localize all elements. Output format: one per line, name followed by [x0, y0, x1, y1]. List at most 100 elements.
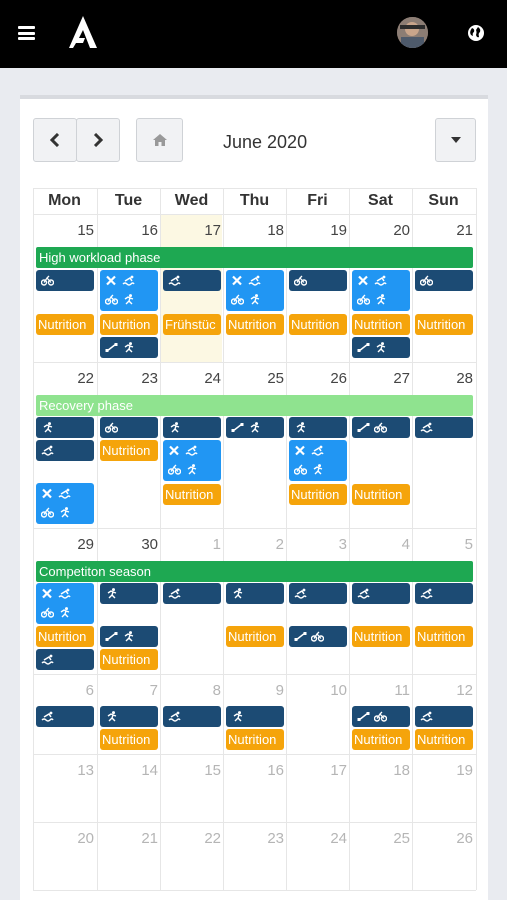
nutrition-event[interactable]: Nutrition — [415, 314, 473, 335]
multi-workout-event[interactable] — [289, 440, 347, 481]
nutrition-event[interactable]: Nutrition — [226, 314, 284, 335]
day-number[interactable]: 6 — [33, 682, 94, 699]
day-number[interactable]: 19 — [412, 762, 473, 779]
workout-event[interactable] — [163, 706, 221, 727]
nutrition-event[interactable]: Nutrition — [100, 440, 158, 461]
day-number[interactable]: 23 — [223, 830, 284, 847]
nutrition-event[interactable]: Nutrition — [163, 484, 221, 505]
day-number[interactable]: 29 — [33, 536, 94, 553]
day-number[interactable]: 27 — [349, 370, 410, 387]
day-number[interactable]: 20 — [33, 830, 94, 847]
workout-event[interactable] — [226, 706, 284, 727]
workout-event[interactable] — [100, 583, 158, 604]
phase-bar[interactable]: High workload phase — [36, 247, 473, 268]
day-number[interactable]: 3 — [286, 536, 347, 553]
day-number[interactable]: 17 — [286, 762, 347, 779]
multi-workout-event[interactable] — [36, 583, 94, 624]
nutrition-event[interactable]: Nutrition — [352, 729, 410, 750]
nutrition-event[interactable]: Nutrition — [36, 314, 94, 335]
day-number[interactable]: 1 — [160, 536, 221, 553]
day-number[interactable]: 4 — [349, 536, 410, 553]
multi-workout-event[interactable] — [100, 270, 158, 311]
nutrition-event[interactable]: Nutrition — [415, 626, 473, 647]
day-number[interactable]: 16 — [97, 222, 158, 239]
phase-bar[interactable]: Competiton season — [36, 561, 473, 582]
workout-event[interactable] — [36, 649, 94, 670]
prev-month-button[interactable] — [33, 118, 77, 162]
workout-event[interactable] — [289, 270, 347, 291]
workout-event[interactable] — [226, 417, 284, 438]
workout-event[interactable] — [289, 583, 347, 604]
day-number[interactable]: 15 — [160, 762, 221, 779]
workout-event[interactable] — [352, 706, 410, 727]
day-number[interactable]: 9 — [223, 682, 284, 699]
day-number[interactable]: 16 — [223, 762, 284, 779]
day-number[interactable]: 24 — [286, 830, 347, 847]
day-number[interactable]: 21 — [97, 830, 158, 847]
day-number[interactable]: 28 — [412, 370, 473, 387]
nutrition-event[interactable]: Nutrition — [289, 314, 347, 335]
nutrition-event[interactable]: Frühstüc — [163, 314, 221, 335]
phase-bar[interactable]: Recovery phase — [36, 395, 473, 416]
workout-event[interactable] — [163, 417, 221, 438]
day-number[interactable]: 10 — [286, 682, 347, 699]
workout-event[interactable] — [100, 706, 158, 727]
day-number[interactable]: 20 — [349, 222, 410, 239]
workout-event[interactable] — [163, 583, 221, 604]
day-number[interactable]: 26 — [412, 830, 473, 847]
day-number[interactable]: 17 — [160, 222, 221, 239]
day-number[interactable]: 25 — [223, 370, 284, 387]
multi-workout-event[interactable] — [226, 270, 284, 311]
nutrition-event[interactable]: Nutrition — [226, 626, 284, 647]
day-number[interactable]: 22 — [160, 830, 221, 847]
day-number[interactable]: 18 — [223, 222, 284, 239]
workout-event[interactable] — [100, 417, 158, 438]
day-number[interactable]: 21 — [412, 222, 473, 239]
workout-event[interactable] — [36, 440, 94, 461]
view-dropdown-button[interactable] — [435, 118, 476, 162]
workout-event[interactable] — [100, 626, 158, 647]
hamburger-icon[interactable] — [18, 26, 35, 40]
workout-event[interactable] — [415, 270, 473, 291]
workout-event[interactable] — [36, 417, 94, 438]
multi-workout-event[interactable] — [352, 270, 410, 311]
workout-event[interactable] — [36, 270, 94, 291]
day-number[interactable]: 2 — [223, 536, 284, 553]
multi-workout-event[interactable] — [36, 483, 94, 524]
day-number[interactable]: 30 — [97, 536, 158, 553]
day-number[interactable]: 7 — [97, 682, 158, 699]
day-number[interactable]: 15 — [33, 222, 94, 239]
day-number[interactable]: 12 — [412, 682, 473, 699]
nutrition-event[interactable]: Nutrition — [352, 626, 410, 647]
day-number[interactable]: 25 — [349, 830, 410, 847]
workout-event[interactable] — [352, 417, 410, 438]
day-number[interactable]: 19 — [286, 222, 347, 239]
nutrition-event[interactable]: Nutrition — [352, 314, 410, 335]
day-number[interactable]: 24 — [160, 370, 221, 387]
workout-event[interactable] — [289, 626, 347, 647]
workout-event[interactable] — [352, 337, 410, 358]
day-number[interactable]: 18 — [349, 762, 410, 779]
nutrition-event[interactable]: Nutrition — [36, 626, 94, 647]
app-logo[interactable] — [69, 16, 97, 48]
workout-event[interactable] — [100, 337, 158, 358]
globe-icon[interactable] — [466, 23, 486, 43]
multi-workout-event[interactable] — [163, 440, 221, 481]
nutrition-event[interactable]: Nutrition — [226, 729, 284, 750]
workout-event[interactable] — [36, 706, 94, 727]
nutrition-event[interactable]: Nutrition — [100, 314, 158, 335]
workout-event[interactable] — [226, 583, 284, 604]
workout-event[interactable] — [352, 583, 410, 604]
nutrition-event[interactable]: Nutrition — [415, 729, 473, 750]
day-number[interactable]: 5 — [412, 536, 473, 553]
day-number[interactable]: 14 — [97, 762, 158, 779]
day-number[interactable]: 11 — [349, 682, 410, 699]
workout-event[interactable] — [289, 417, 347, 438]
next-month-button[interactable] — [76, 118, 120, 162]
day-number[interactable]: 13 — [33, 762, 94, 779]
nutrition-event[interactable]: Nutrition — [100, 649, 158, 670]
day-number[interactable]: 8 — [160, 682, 221, 699]
nutrition-event[interactable]: Nutrition — [289, 484, 347, 505]
nutrition-event[interactable]: Nutrition — [352, 484, 410, 505]
nutrition-event[interactable]: Nutrition — [100, 729, 158, 750]
